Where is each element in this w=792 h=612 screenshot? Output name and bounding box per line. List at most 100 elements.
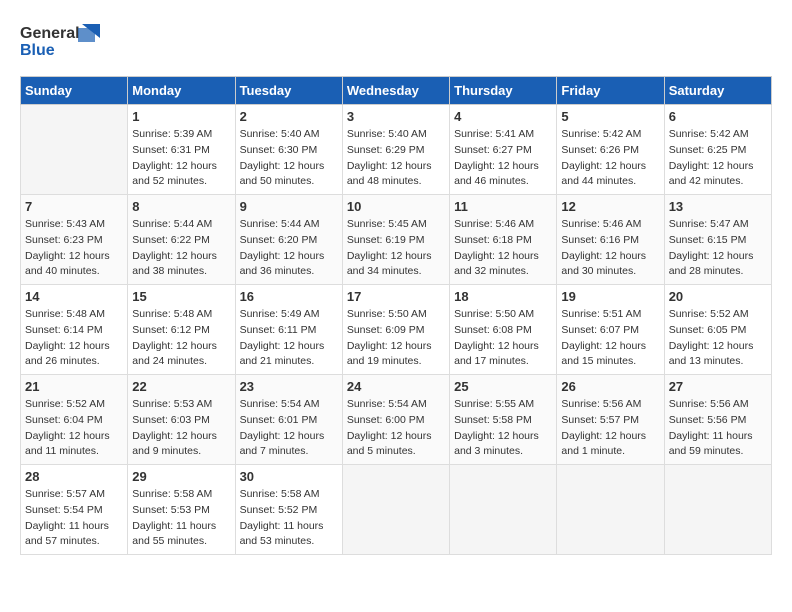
calendar-cell: 26Sunrise: 5:56 AM Sunset: 5:57 PM Dayli… — [557, 375, 664, 465]
calendar-cell: 12Sunrise: 5:46 AM Sunset: 6:16 PM Dayli… — [557, 195, 664, 285]
calendar-cell: 1 Sunrise: 5:39 AM Sunset: 6:31 PM Daylig… — [128, 105, 235, 195]
day-number: 18 — [454, 289, 552, 304]
weekday-header-cell: Wednesday — [342, 77, 449, 105]
calendar-table: SundayMondayTuesdayWednesdayThursdayFrid… — [20, 76, 772, 555]
logo: General Blue — [20, 20, 110, 60]
day-number: 22 — [132, 379, 230, 394]
weekday-header-cell: Saturday — [664, 77, 771, 105]
day-info: Sunrise: 5:50 AM Sunset: 6:08 PM Dayligh… — [454, 307, 552, 370]
calendar-week-row: 7 Sunrise: 5:43 AM Sunset: 6:23 PM Daylig… — [21, 195, 772, 285]
day-number: 3 — [347, 109, 445, 124]
day-number: 14 — [25, 289, 123, 304]
calendar-cell: 17 Sunrise: 5:50 AM Sunset: 6:09 PM Dayli… — [342, 285, 449, 375]
day-info: Sunrise: 5:56 AM Sunset: 5:57 PM Dayligh… — [561, 397, 659, 460]
calendar-cell: 7 Sunrise: 5:43 AM Sunset: 6:23 PM Daylig… — [21, 195, 128, 285]
day-number: 13 — [669, 199, 767, 214]
logo-icon: General Blue — [20, 20, 110, 60]
day-number: 30 — [240, 469, 338, 484]
day-info: Sunrise: 5:40 AM Sunset: 6:30 PM Dayligh… — [240, 127, 338, 190]
day-info: Sunrise: 5:48 AM Sunset: 6:12 PM Dayligh… — [132, 307, 230, 370]
weekday-header-cell: Tuesday — [235, 77, 342, 105]
day-info: Sunrise: 5:50 AM Sunset: 6:09 PM Dayligh… — [347, 307, 445, 370]
day-info: Sunrise: 5:54 AM Sunset: 6:00 PM Dayligh… — [347, 397, 445, 460]
weekday-header-cell: Thursday — [450, 77, 557, 105]
weekday-header-cell: Friday — [557, 77, 664, 105]
calendar-cell: 6 Sunrise: 5:42 AM Sunset: 6:25 PM Daylig… — [664, 105, 771, 195]
calendar-cell: 10 Sunrise: 5:45 AM Sunset: 6:19 PM Dayli… — [342, 195, 449, 285]
day-info: Sunrise: 5:56 AM Sunset: 5:56 PM Dayligh… — [669, 397, 767, 460]
calendar-cell: 4Sunrise: 5:41 AM Sunset: 6:27 PM Daylig… — [450, 105, 557, 195]
calendar-cell: 15 Sunrise: 5:48 AM Sunset: 6:12 PM Dayli… — [128, 285, 235, 375]
calendar-cell: 8 Sunrise: 5:44 AM Sunset: 6:22 PM Daylig… — [128, 195, 235, 285]
day-number: 1 — [132, 109, 230, 124]
day-info: Sunrise: 5:54 AM Sunset: 6:01 PM Dayligh… — [240, 397, 338, 460]
calendar-week-row: 28 Sunrise: 5:57 AM Sunset: 5:54 PM Dayli… — [21, 465, 772, 555]
calendar-cell: 27 Sunrise: 5:56 AM Sunset: 5:56 PM Dayli… — [664, 375, 771, 465]
day-info: Sunrise: 5:46 AM Sunset: 6:18 PM Dayligh… — [454, 217, 552, 280]
day-number: 10 — [347, 199, 445, 214]
calendar-cell: 28 Sunrise: 5:57 AM Sunset: 5:54 PM Dayli… — [21, 465, 128, 555]
calendar-cell: 25 Sunrise: 5:55 AM Sunset: 5:58 PM Dayli… — [450, 375, 557, 465]
day-info: Sunrise: 5:55 AM Sunset: 5:58 PM Dayligh… — [454, 397, 552, 460]
day-number: 25 — [454, 379, 552, 394]
calendar-cell: 22 Sunrise: 5:53 AM Sunset: 6:03 PM Dayli… — [128, 375, 235, 465]
day-info: Sunrise: 5:44 AM Sunset: 6:20 PM Dayligh… — [240, 217, 338, 280]
day-info: Sunrise: 5:58 AM Sunset: 5:52 PM Dayligh… — [240, 487, 338, 550]
day-number: 21 — [25, 379, 123, 394]
day-info: Sunrise: 5:51 AM Sunset: 6:07 PM Dayligh… — [561, 307, 659, 370]
day-info: Sunrise: 5:45 AM Sunset: 6:19 PM Dayligh… — [347, 217, 445, 280]
day-number: 11 — [454, 199, 552, 214]
day-info: Sunrise: 5:53 AM Sunset: 6:03 PM Dayligh… — [132, 397, 230, 460]
day-number: 20 — [669, 289, 767, 304]
day-info: Sunrise: 5:43 AM Sunset: 6:23 PM Dayligh… — [25, 217, 123, 280]
day-info: Sunrise: 5:42 AM Sunset: 6:26 PM Dayligh… — [561, 127, 659, 190]
day-info: Sunrise: 5:42 AM Sunset: 6:25 PM Dayligh… — [669, 127, 767, 190]
calendar-cell: 14 Sunrise: 5:48 AM Sunset: 6:14 PM Dayli… — [21, 285, 128, 375]
day-number: 28 — [25, 469, 123, 484]
day-number: 15 — [132, 289, 230, 304]
calendar-cell — [664, 465, 771, 555]
day-number: 9 — [240, 199, 338, 214]
calendar-cell: 3Sunrise: 5:40 AM Sunset: 6:29 PM Daylig… — [342, 105, 449, 195]
calendar-cell: 30 Sunrise: 5:58 AM Sunset: 5:52 PM Dayli… — [235, 465, 342, 555]
day-info: Sunrise: 5:57 AM Sunset: 5:54 PM Dayligh… — [25, 487, 123, 550]
header: General Blue — [20, 20, 772, 60]
calendar-week-row: 14 Sunrise: 5:48 AM Sunset: 6:14 PM Dayli… — [21, 285, 772, 375]
calendar-cell — [557, 465, 664, 555]
weekday-header-cell: Sunday — [21, 77, 128, 105]
day-info: Sunrise: 5:47 AM Sunset: 6:15 PM Dayligh… — [669, 217, 767, 280]
day-info: Sunrise: 5:52 AM Sunset: 6:05 PM Dayligh… — [669, 307, 767, 370]
calendar-cell: 20 Sunrise: 5:52 AM Sunset: 6:05 PM Dayli… — [664, 285, 771, 375]
calendar-week-row: 21Sunrise: 5:52 AM Sunset: 6:04 PM Dayli… — [21, 375, 772, 465]
day-info: Sunrise: 5:58 AM Sunset: 5:53 PM Dayligh… — [132, 487, 230, 550]
day-number: 17 — [347, 289, 445, 304]
day-number: 23 — [240, 379, 338, 394]
day-info: Sunrise: 5:48 AM Sunset: 6:14 PM Dayligh… — [25, 307, 123, 370]
weekday-header-row: SundayMondayTuesdayWednesdayThursdayFrid… — [21, 77, 772, 105]
day-info: Sunrise: 5:39 AM Sunset: 6:31 PM Dayligh… — [132, 127, 230, 190]
weekday-header-cell: Monday — [128, 77, 235, 105]
calendar-cell: 16 Sunrise: 5:49 AM Sunset: 6:11 PM Dayli… — [235, 285, 342, 375]
calendar-cell: 21Sunrise: 5:52 AM Sunset: 6:04 PM Dayli… — [21, 375, 128, 465]
day-number: 8 — [132, 199, 230, 214]
calendar-body: 1 Sunrise: 5:39 AM Sunset: 6:31 PM Daylig… — [21, 105, 772, 555]
calendar-cell: 11 Sunrise: 5:46 AM Sunset: 6:18 PM Dayli… — [450, 195, 557, 285]
day-number: 27 — [669, 379, 767, 394]
day-number: 7 — [25, 199, 123, 214]
day-info: Sunrise: 5:49 AM Sunset: 6:11 PM Dayligh… — [240, 307, 338, 370]
day-number: 6 — [669, 109, 767, 124]
day-number: 24 — [347, 379, 445, 394]
day-number: 19 — [561, 289, 659, 304]
day-number: 5 — [561, 109, 659, 124]
calendar-cell: 18 Sunrise: 5:50 AM Sunset: 6:08 PM Dayli… — [450, 285, 557, 375]
day-info: Sunrise: 5:44 AM Sunset: 6:22 PM Dayligh… — [132, 217, 230, 280]
calendar-cell: 19 Sunrise: 5:51 AM Sunset: 6:07 PM Dayli… — [557, 285, 664, 375]
day-number: 16 — [240, 289, 338, 304]
calendar-cell — [342, 465, 449, 555]
day-number: 12 — [561, 199, 659, 214]
calendar-week-row: 1 Sunrise: 5:39 AM Sunset: 6:31 PM Daylig… — [21, 105, 772, 195]
svg-text:Blue: Blue — [20, 42, 55, 59]
calendar-cell — [21, 105, 128, 195]
calendar-cell: 23 Sunrise: 5:54 AM Sunset: 6:01 PM Dayli… — [235, 375, 342, 465]
day-number: 2 — [240, 109, 338, 124]
